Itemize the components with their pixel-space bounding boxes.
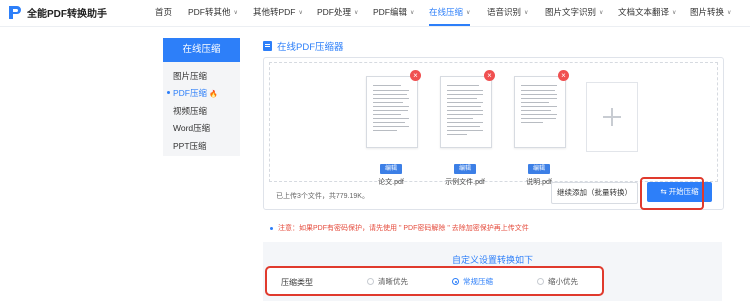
chevron-down-icon: ∨ <box>599 10 604 16</box>
compress-type-label: 压缩类型 <box>281 278 313 287</box>
file-name: 示例文件.pdf <box>445 179 485 186</box>
top-navbar: 全能PDF转换助手 首页 PDF转其他 ∨ 其他转PDF ∨ PDF处理 ∨ PDF编… <box>0 0 750 27</box>
add-more-button[interactable]: 继续添加（批量转换） <box>551 182 638 204</box>
settings-title: 自定义设置转换如下 <box>451 255 533 265</box>
page-title-row: 在线PDF压缩器 <box>263 39 344 53</box>
nav-pdf-edit[interactable]: PDF编辑 ∨ <box>373 0 414 26</box>
file-name: 论文.pdf <box>378 179 404 186</box>
app-name: 全能PDF转换助手 <box>27 9 107 20</box>
option-clarity-first[interactable]: 清晰优先 <box>367 276 408 287</box>
radio-selected-icon <box>452 278 459 285</box>
delete-icon[interactable]: × <box>558 70 569 81</box>
password-notice: 注意：如果PDF有密码保护，请先使用 " PDF密码解除 " 去除加密保护再上传… <box>270 223 529 233</box>
delete-icon[interactable]: × <box>410 70 421 81</box>
delete-icon[interactable]: × <box>484 70 495 81</box>
chevron-down-icon: ∨ <box>233 10 238 16</box>
sidebar-item-ppt-compress[interactable]: PPT压缩 <box>173 140 207 152</box>
edit-button[interactable]: 编辑 <box>528 164 550 174</box>
sidebar: 在线压缩 图片压缩 PDF压缩 🔥 视频压缩 Word压缩 PPT压缩 <box>163 38 240 156</box>
nav-pdf-process[interactable]: PDF处理 ∨ <box>317 0 358 26</box>
sidebar-item-video-compress[interactable]: 视频压缩 <box>173 105 207 117</box>
compress-type-row: 压缩类型 清晰优先 常规压缩 缩小优先 <box>265 266 604 296</box>
sidebar-header: 在线压缩 <box>163 38 240 62</box>
bullet-icon <box>270 226 273 230</box>
radio-icon <box>537 278 544 285</box>
chevron-down-icon: ∨ <box>354 10 359 16</box>
nav-other-to-pdf[interactable]: 其他转PDF ∨ <box>253 0 303 26</box>
option-normal-compress[interactable]: 常规压缩 <box>452 276 493 287</box>
nav-online-compress[interactable]: 在线压缩 ∨ <box>429 0 471 26</box>
file-thumbnail[interactable] <box>440 76 492 148</box>
nav-home[interactable]: 首页 <box>155 0 172 26</box>
file-thumbnail[interactable] <box>514 76 566 148</box>
start-compress-button[interactable]: ⇆ 开始压缩 <box>647 182 712 202</box>
settings-panel: 自定义设置转换如下 压缩类型 清晰优先 常规压缩 缩小优先 <box>263 242 722 301</box>
nav-doc-translate[interactable]: 文档文本翻译 ∨ <box>618 0 676 26</box>
logo-icon <box>9 6 21 19</box>
option-size-first[interactable]: 缩小优先 <box>537 276 578 287</box>
chevron-down-icon: ∨ <box>727 10 732 16</box>
chevron-down-icon: ∨ <box>672 10 677 16</box>
chevron-down-icon: ∨ <box>298 10 303 16</box>
sidebar-item-pdf-compress[interactable]: PDF压缩 🔥 <box>173 87 218 99</box>
app-logo[interactable]: 全能PDF转换助手 <box>8 5 107 20</box>
edit-button[interactable]: 编辑 <box>380 164 402 174</box>
edit-button[interactable]: 编辑 <box>454 164 476 174</box>
sidebar-item-word-compress[interactable]: Word压缩 <box>173 122 210 134</box>
nav-image-convert[interactable]: 图片转换 ∨ <box>690 0 731 26</box>
add-plus-icon[interactable] <box>586 82 638 152</box>
nav-speech-recognition[interactable]: 语音识别 ∨ <box>487 0 528 26</box>
chevron-down-icon: ∨ <box>524 10 529 16</box>
swap-icon: ⇆ <box>660 187 669 196</box>
chevron-down-icon: ∨ <box>466 10 471 16</box>
active-indicator <box>167 91 170 94</box>
radio-icon <box>367 278 374 285</box>
file-drop-zone[interactable]: × 编辑 论文.pdf × 编辑 示例文件.pdf × 编辑 说明.pdf <box>269 62 718 186</box>
document-icon <box>263 41 272 51</box>
sidebar-item-image-compress[interactable]: 图片压缩 <box>173 70 207 82</box>
nav-image-ocr[interactable]: 图片文字识别 ∨ <box>545 0 603 26</box>
page-title: 在线PDF压缩器 <box>277 42 344 53</box>
fire-icon: 🔥 <box>209 91 218 98</box>
nav-pdf-to-other[interactable]: PDF转其他 ∨ <box>188 0 238 26</box>
upload-area: × 编辑 论文.pdf × 编辑 示例文件.pdf × 编辑 说明.pdf 已上… <box>263 57 724 210</box>
upload-summary: 已上传3个文件，共779.19K。 <box>276 193 369 200</box>
file-thumbnail[interactable] <box>366 76 418 148</box>
chevron-down-icon: ∨ <box>410 10 415 16</box>
